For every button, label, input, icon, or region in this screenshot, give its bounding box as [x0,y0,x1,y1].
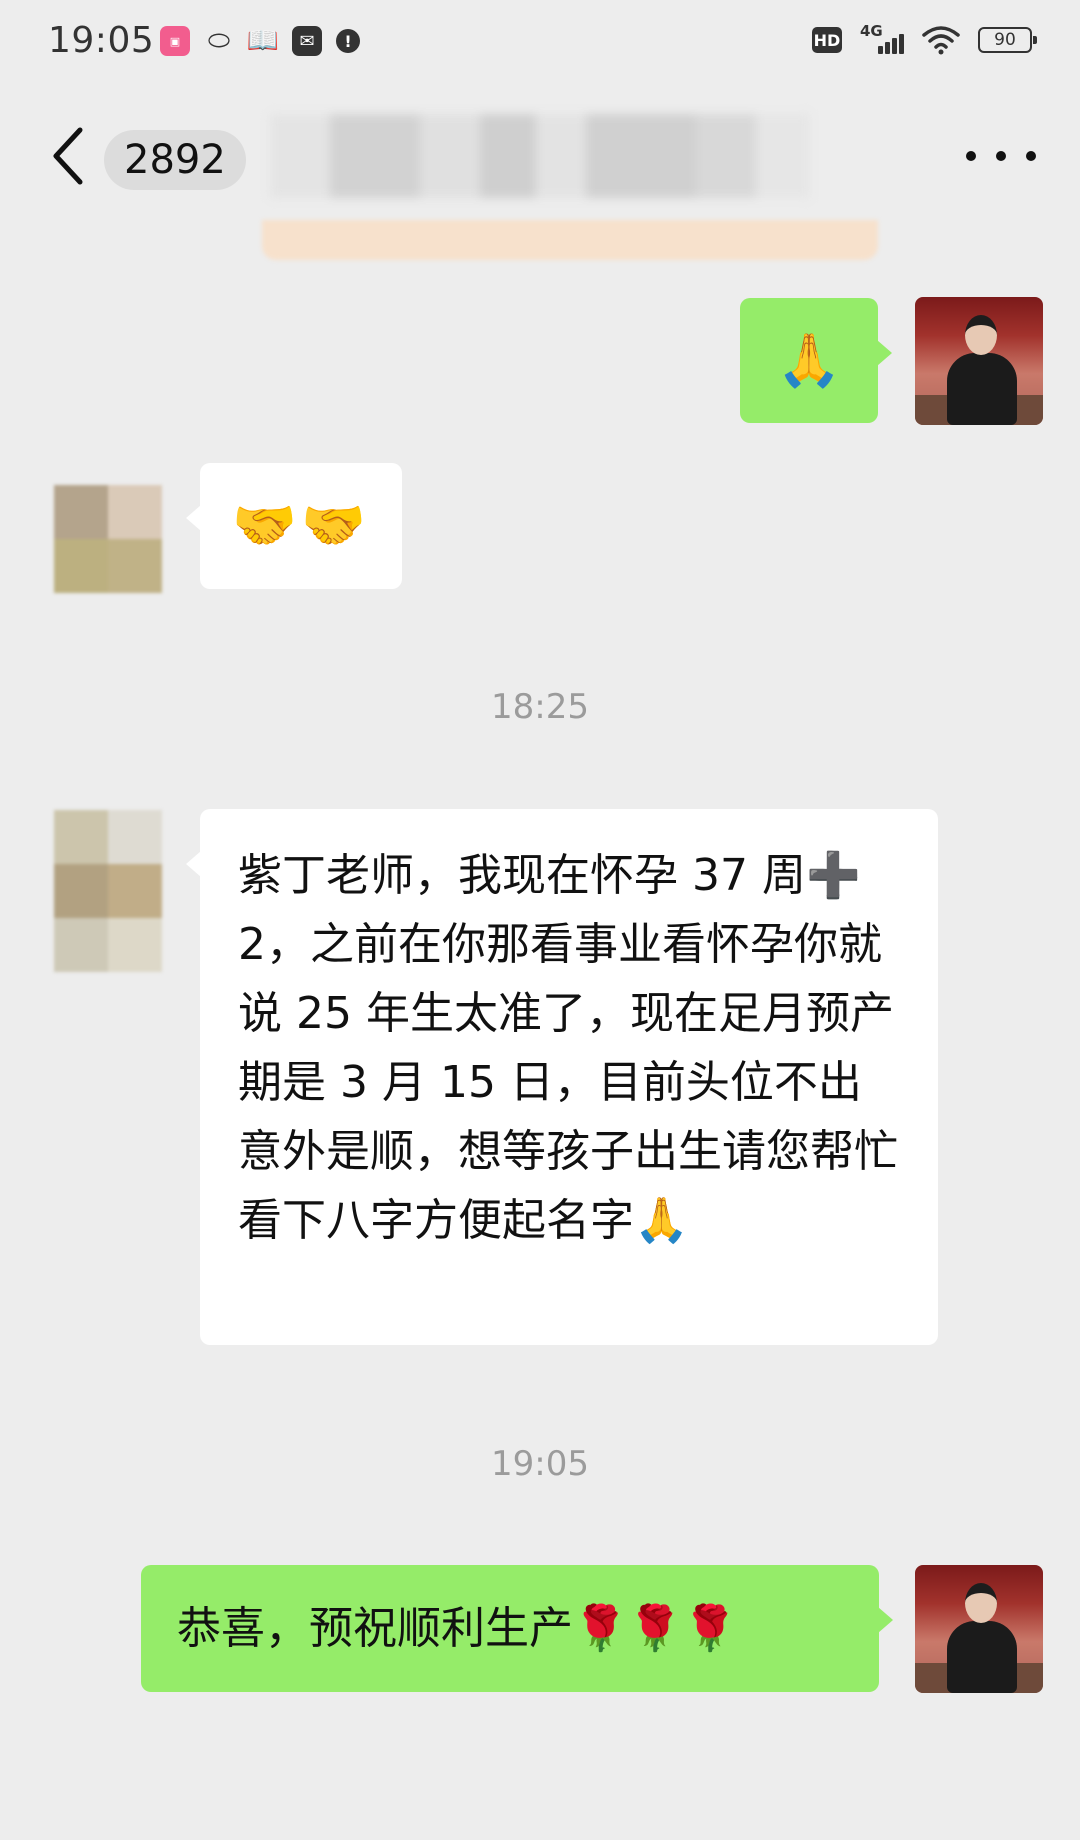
network-type-label: 4G [860,22,883,40]
rugby-icon: ⬭ [207,25,231,56]
message-bubble-incoming[interactable]: 🤝🤝 [186,463,402,589]
mail-icon: ✉ [292,26,322,56]
message-timestamp: 18:25 [491,687,589,727]
contact-avatar[interactable] [54,810,162,972]
more-dot-icon [996,151,1006,161]
bilibili-icon: ▣ [160,26,190,56]
more-dot-icon [966,151,976,161]
more-dot-icon [1026,151,1036,161]
message-bubble-incoming[interactable]: 紫丁老师，我现在怀孕 37 周➕2，之前在你那看事业看怀孕你就说 25 年生太准… [186,809,938,1345]
unread-count: 2892 [124,137,226,183]
book-icon: 📖 [246,26,280,56]
message-text: 🤝🤝 [232,496,370,556]
message-timestamp: 19:05 [491,1444,589,1484]
hd-icon: HD [812,27,842,53]
more-options-button[interactable] [966,136,1036,176]
chevron-left-icon [53,127,83,185]
chat-title [270,106,810,206]
my-avatar[interactable] [915,1565,1043,1693]
cellular-signal-icon: 4G [860,22,904,56]
battery-icon: 90 [978,27,1037,53]
notification-icons: ▣ ⬭ 📖 ✉ ! [160,26,360,56]
pinned-notice-bar[interactable] [262,220,878,260]
message-text: 紫丁老师，我现在怀孕 37 周➕2，之前在你那看事业看怀孕你就说 25 年生太准… [238,850,898,1246]
wifi-icon [922,26,960,55]
alert-icon: ! [336,29,360,53]
contact-avatar[interactable] [54,485,162,593]
battery-level: 90 [994,30,1016,50]
chat-header: 2892 [0,96,1080,216]
message-bubble-outgoing[interactable]: 恭喜，预祝顺利生产🌹🌹🌹 [141,1565,893,1692]
message-bubble-outgoing[interactable]: 🙏 [740,298,892,423]
status-time: 19:05 [48,20,155,61]
status-bar: 19:05 ▣ ⬭ 📖 ✉ ! HD 4G 90 [0,0,1080,86]
message-text: 恭喜，预祝顺利生产🌹🌹🌹 [177,1602,738,1654]
my-avatar[interactable] [915,297,1043,425]
back-button[interactable] [48,124,88,188]
unread-count-badge[interactable]: 2892 [104,130,246,190]
message-text: 🙏 [776,330,842,391]
